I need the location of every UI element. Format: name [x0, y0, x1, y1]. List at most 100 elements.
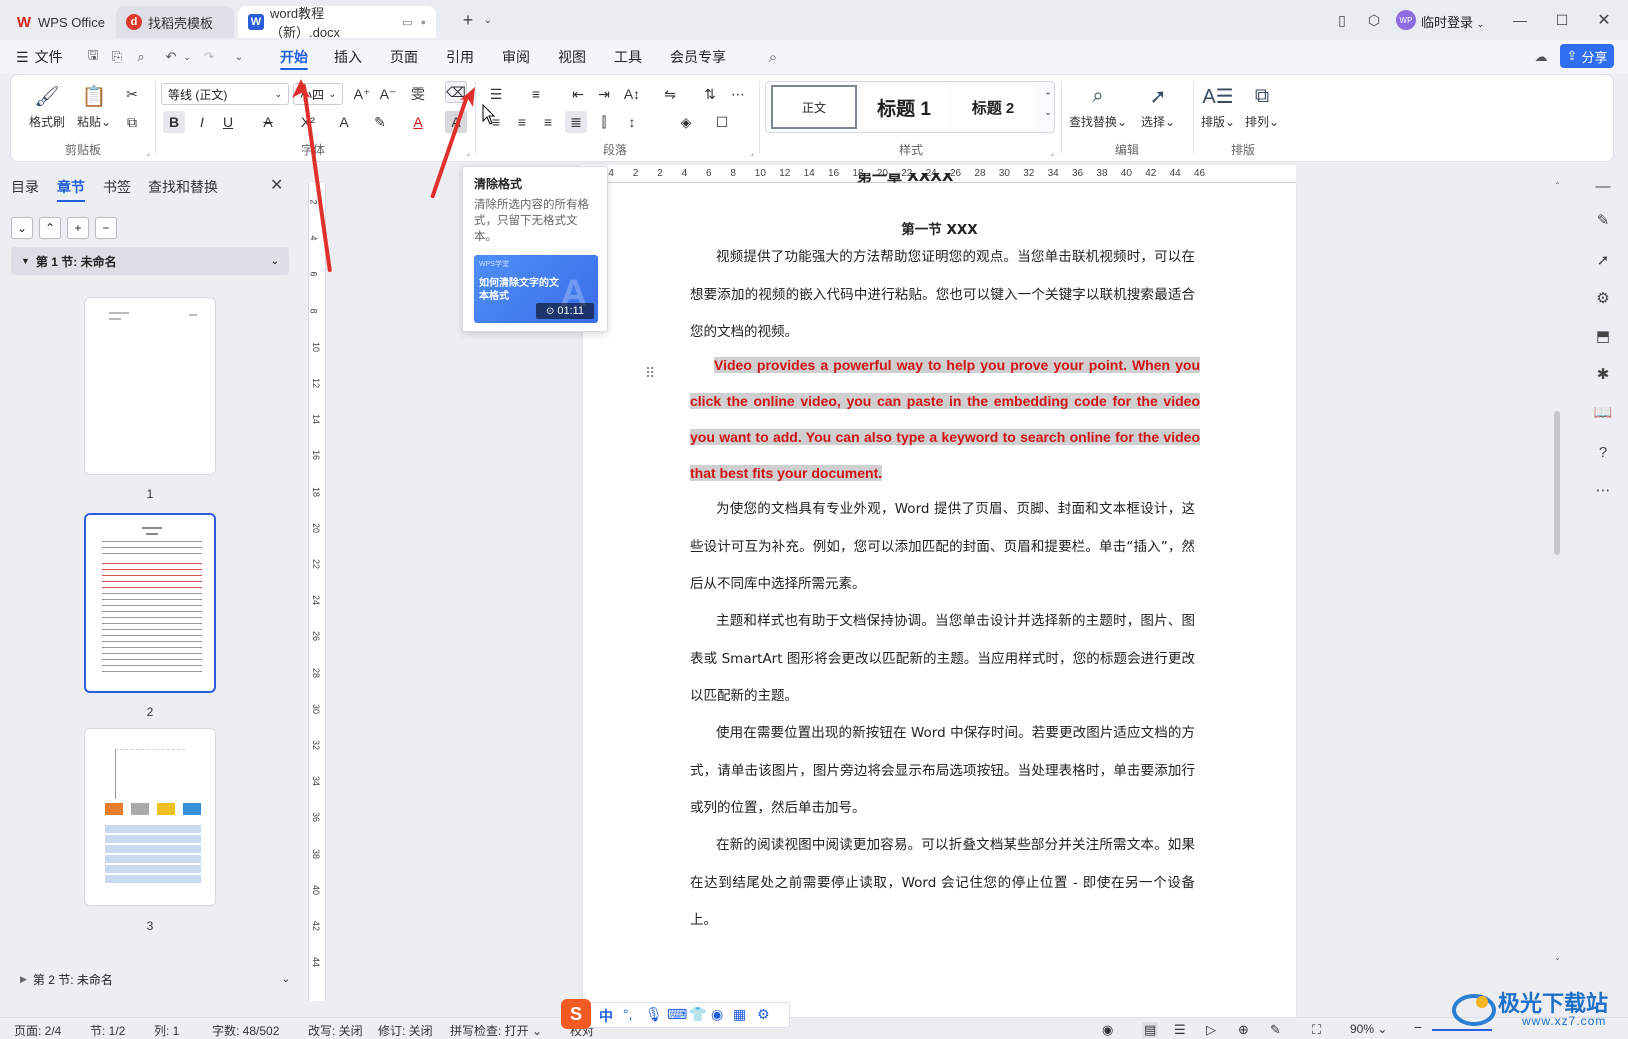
- paragraph-3[interactable]: 为使您的文档具有专业外观，Word 提供了页眉、页脚、封面和文本框设计，这些设计…: [690, 491, 1195, 604]
- shrink-font-icon[interactable]: A⁻: [377, 83, 399, 105]
- zoom-level[interactable]: 90% ⌄: [1350, 1022, 1387, 1036]
- tab-tools[interactable]: 工具: [614, 40, 642, 74]
- page-view-icon[interactable]: ▤: [1142, 1022, 1159, 1038]
- sliders-icon[interactable]: ⚙: [1592, 287, 1614, 309]
- status-page[interactable]: 页面: 2/4: [14, 1022, 61, 1039]
- tooltip-video[interactable]: WPS学堂 如何清除文字的文本格式 A ⊙ 01:11: [474, 255, 598, 323]
- section-2-header[interactable]: ▶ 第 2 节: 未命名 ⌄: [20, 971, 290, 988]
- highlight-icon[interactable]: ✎: [369, 111, 391, 133]
- expand-down-icon[interactable]: ⌄: [11, 217, 33, 239]
- status-revision[interactable]: 修订: 关闭: [378, 1022, 433, 1039]
- tab-home[interactable]: 开始: [276, 40, 312, 74]
- more-chevron-icon[interactable]: ⌄: [230, 48, 248, 66]
- file-menu[interactable]: ☰ 文件: [16, 40, 63, 74]
- show-marks-icon[interactable]: ⋯: [727, 83, 749, 105]
- pencil-icon[interactable]: ✎: [1270, 1022, 1281, 1038]
- maximize-icon[interactable]: ☐: [1550, 8, 1574, 32]
- style-heading2[interactable]: 标题 2: [951, 85, 1035, 129]
- status-word-count[interactable]: 字数: 48/502: [212, 1022, 279, 1039]
- export-icon[interactable]: ⎘: [108, 48, 126, 66]
- tab-bookmarks[interactable]: 书签: [103, 177, 131, 197]
- fit-page-icon[interactable]: ⛶: [1312, 1022, 1321, 1038]
- justify-icon[interactable]: ≣: [565, 111, 587, 133]
- decrease-indent-icon[interactable]: ⇤: [567, 83, 589, 105]
- tab-find-replace[interactable]: 查找和替换: [148, 177, 218, 197]
- paragraph-5[interactable]: 使用在需要位置出现的新按钮在 Word 中保存时间。若要更改图片适应文档的方式，…: [690, 715, 1195, 828]
- shading-icon[interactable]: ◈: [675, 111, 697, 133]
- share-button[interactable]: ⇪ 分享: [1560, 44, 1614, 68]
- status-overtype[interactable]: 改写: 关闭: [308, 1022, 363, 1039]
- select-button[interactable]: ➚ 选择⌄: [1141, 83, 1175, 130]
- format-painter-button[interactable]: 🖌 格式刷: [29, 83, 65, 130]
- search-icon[interactable]: ⌕: [764, 48, 782, 66]
- punctuation-icon[interactable]: °,: [623, 1006, 633, 1022]
- arrange-button[interactable]: ⧉ 排列⌄: [1245, 83, 1279, 130]
- tab-reference[interactable]: 引用: [446, 40, 474, 74]
- tab-sections[interactable]: 章节: [57, 177, 85, 202]
- close-pane-icon[interactable]: ✕: [270, 175, 283, 195]
- vertical-ruler[interactable]: 2 4 6 8 10 12 14 16 18 20 22 24 26 28 30 32 34 36 38 40 42 44: [308, 183, 326, 1001]
- settings-gear-icon[interactable]: ⚙: [757, 1006, 770, 1023]
- web-view-icon[interactable]: ⊕: [1238, 1022, 1249, 1038]
- vertical-scrollbar[interactable]: ⌃ ⌄: [1552, 181, 1562, 1001]
- tab-word-doc[interactable]: W word教程（新）.docx ▭ ●: [238, 6, 436, 40]
- tab-view[interactable]: 视图: [558, 40, 586, 74]
- text-effect-icon[interactable]: A: [333, 111, 355, 133]
- numbering-icon[interactable]: ≡: [525, 83, 547, 105]
- skin-icon[interactable]: 👕: [689, 1006, 706, 1023]
- styles-launcher-icon[interactable]: ⌟: [1041, 141, 1063, 163]
- apps-icon[interactable]: ▦: [733, 1006, 746, 1023]
- grow-font-icon[interactable]: A⁺: [351, 83, 373, 105]
- align-right-icon[interactable]: ≡: [537, 111, 559, 133]
- cube-icon[interactable]: ⬡: [1362, 8, 1386, 32]
- document-page[interactable]: 第一章 XXXX 第一节 XXX 视频提供了功能强大的方法帮助您证明您的观点。当…: [583, 173, 1296, 1018]
- microphone-icon[interactable]: 🎙: [645, 1006, 663, 1023]
- pointer-icon[interactable]: ➚: [1592, 249, 1614, 271]
- book-icon[interactable]: 📖: [1592, 401, 1614, 423]
- find-replace-button[interactable]: ⌕ 查找替换⌄: [1069, 83, 1127, 130]
- collapse-up-icon[interactable]: ⌃: [39, 217, 61, 239]
- print-preview-icon[interactable]: ⌕: [132, 48, 150, 66]
- tab-docer[interactable]: d 找稻壳模板: [116, 6, 234, 38]
- login-label[interactable]: 临时登录 ⌄: [1421, 12, 1484, 31]
- italic-icon[interactable]: I: [191, 111, 213, 133]
- save-icon[interactable]: 🖫: [84, 47, 102, 66]
- strikethrough-icon[interactable]: A: [257, 111, 279, 133]
- tab-member[interactable]: 会员专享: [670, 40, 726, 74]
- increase-indent-icon[interactable]: ⇥: [593, 83, 615, 105]
- align-center-icon[interactable]: ≡: [511, 111, 533, 133]
- close-icon[interactable]: ✕: [1592, 8, 1616, 32]
- typeset-button[interactable]: A☰ 排版⌄: [1201, 83, 1235, 130]
- font-name-select[interactable]: 等线 (正文) ⌄: [161, 83, 289, 105]
- scroll-up-icon[interactable]: ⌃: [1554, 181, 1561, 190]
- font-color-icon[interactable]: A: [407, 111, 429, 133]
- eye-icon[interactable]: ◉: [1102, 1022, 1113, 1038]
- line-spacing-icon[interactable]: ↕: [621, 111, 643, 133]
- paste-button[interactable]: 📋 粘贴⌄: [77, 83, 111, 130]
- paragraph-4[interactable]: 主题和样式也有助于文档保持协调。当您单击设计并选择新的主题时，图片、图表或 Sm…: [690, 603, 1195, 716]
- add-section-icon[interactable]: +: [67, 217, 89, 239]
- reading-layout-icon[interactable]: ▯: [1330, 8, 1354, 32]
- help-icon[interactable]: ?: [1592, 441, 1614, 463]
- underline-icon[interactable]: U: [217, 111, 239, 133]
- scrollbar-thumb[interactable]: [1554, 411, 1560, 555]
- paragraph-1[interactable]: 视频提供了功能强大的方法帮助您证明您的观点。当您单击联机视频时，可以在想要添加的…: [690, 239, 1195, 352]
- border-icon[interactable]: ☐: [711, 111, 733, 133]
- tab-wps-office[interactable]: W WPS Office: [6, 6, 116, 38]
- tab-toc[interactable]: 目录: [11, 177, 39, 197]
- collapse-panel-icon[interactable]: —: [1592, 175, 1614, 197]
- text-direction-icon[interactable]: A↕: [621, 83, 643, 105]
- scroll-down-icon[interactable]: ⌄: [1554, 953, 1561, 962]
- keyboard-icon[interactable]: ⌨: [667, 1006, 687, 1023]
- tab-insert[interactable]: 插入: [334, 40, 362, 74]
- bullets-icon[interactable]: ☰: [485, 83, 507, 105]
- remove-section-icon[interactable]: −: [95, 217, 117, 239]
- cut-icon[interactable]: ✂: [121, 83, 143, 105]
- sort-icon[interactable]: ⇅: [699, 83, 721, 105]
- paragraph-6[interactable]: 在新的阅读视图中阅读更加容易。可以折叠文档某些部分并关注所需文本。如果在达到结尾…: [690, 827, 1195, 940]
- copy-icon[interactable]: ⧉: [121, 111, 143, 133]
- chinese-mode-icon[interactable]: 中: [599, 1006, 613, 1026]
- undo-chevron-icon[interactable]: ⌄: [178, 48, 196, 66]
- bold-icon[interactable]: B: [163, 111, 185, 133]
- pen-icon[interactable]: ✎: [1592, 209, 1614, 231]
